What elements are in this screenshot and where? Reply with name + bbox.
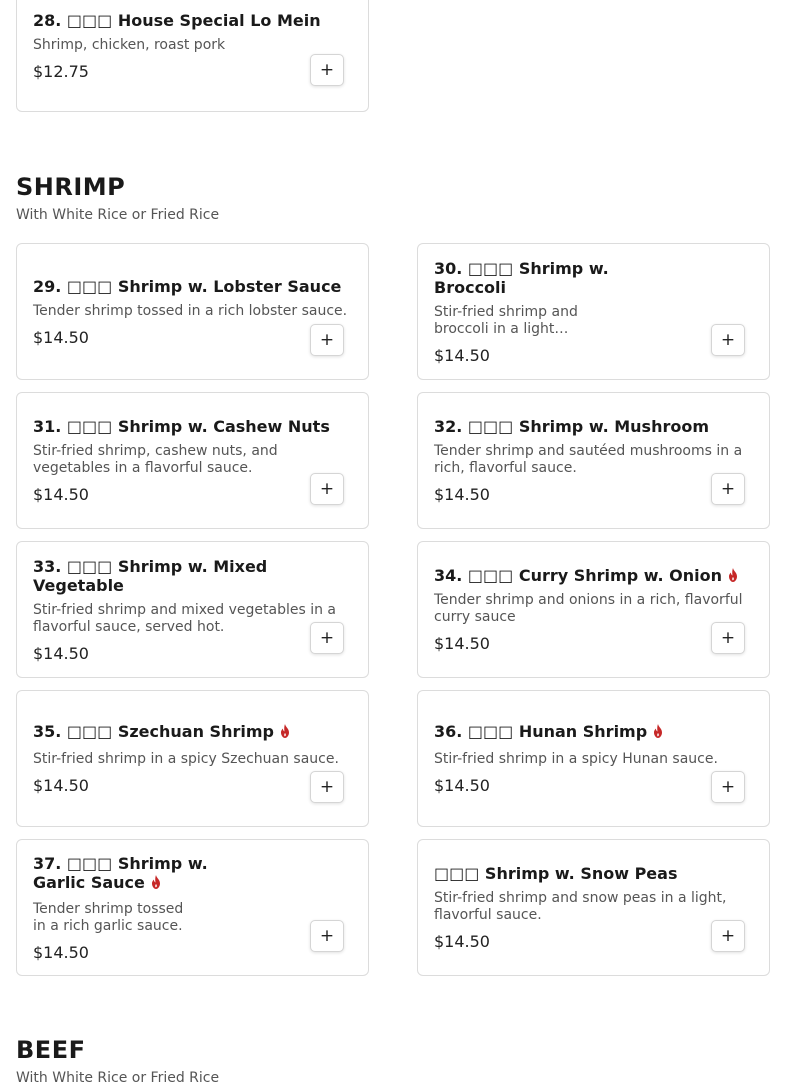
item-name: 32. □□□ Shrimp w. Mushroom bbox=[434, 417, 709, 436]
fire-icon bbox=[729, 568, 737, 582]
item-description: Stir-fried shrimp in a spicy Hunan sauce… bbox=[434, 751, 718, 767]
add-to-cart-button[interactable]: + bbox=[711, 473, 745, 505]
add-to-cart-button[interactable]: + bbox=[310, 622, 344, 654]
fire-icon bbox=[654, 724, 663, 738]
item-name: 30. □□□ Shrimp w. Broccoli bbox=[434, 258, 609, 297]
add-to-cart-button[interactable]: + bbox=[310, 324, 344, 356]
item-price: $14.50 bbox=[33, 776, 89, 795]
item-price: $14.50 bbox=[434, 932, 490, 951]
menu-item-card[interactable]: 35. □□□ Szechuan Shrimp Stir-fried shrim… bbox=[16, 690, 369, 827]
item-name: 33. □□□ Shrimp w. Mixed Vegetable bbox=[33, 556, 268, 595]
item-price: $14.50 bbox=[33, 643, 89, 663]
item-description: Stir-fried shrimp and snow peas in a lig… bbox=[434, 890, 727, 923]
item-description: Stir-fried shrimp and broccoli in a ligh… bbox=[434, 303, 578, 337]
fire-icon bbox=[151, 874, 160, 889]
item-name: 28. □□□ House Special Lo Mein bbox=[33, 11, 321, 30]
section-subtitle: With White Rice or Fried Rice bbox=[16, 207, 220, 223]
menu-item-card[interactable]: 36. □□□ Hunan Shrimp Stir-fried shrimp i… bbox=[417, 690, 770, 827]
add-to-cart-button[interactable]: + bbox=[310, 473, 344, 505]
item-description: Stir-fried shrimp and mixed vegetables i… bbox=[33, 601, 337, 635]
item-price: $14.50 bbox=[434, 776, 490, 795]
menu-item-card[interactable]: 32. □□□ Shrimp w. Mushroom Tender shrimp… bbox=[417, 392, 770, 529]
menu-item-card[interactable]: 37. □□□ Shrimp w. Garlic Sauce Tender sh… bbox=[16, 839, 369, 976]
item-name-text: 37. □□□ Shrimp w. Garlic Sauce bbox=[33, 853, 208, 892]
menu-item-card[interactable]: 30. □□□ Shrimp w. Broccoli Stir-fried sh… bbox=[417, 243, 770, 380]
add-to-cart-button[interactable]: + bbox=[711, 622, 745, 654]
item-description: Tender shrimp and onions in a rich, flav… bbox=[434, 592, 743, 625]
item-name-text: 36. □□□ Hunan Shrimp bbox=[434, 722, 648, 741]
item-description: Stir-fried shrimp, cashew nuts, and vege… bbox=[33, 443, 278, 476]
item-name: 35. □□□ Szechuan Shrimp bbox=[33, 722, 352, 741]
item-name-text: 35. □□□ Szechuan Shrimp bbox=[33, 722, 274, 741]
item-price: $12.75 bbox=[33, 62, 89, 81]
item-description: Tender shrimp tossed in a rich garlic sa… bbox=[33, 900, 184, 934]
item-name: 36. □□□ Hunan Shrimp bbox=[434, 722, 753, 741]
item-name: 37. □□□ Shrimp w. Garlic Sauce bbox=[33, 854, 213, 892]
item-name: 29. □□□ Shrimp w. Lobster Sauce bbox=[33, 276, 342, 296]
add-to-cart-button[interactable]: + bbox=[310, 920, 344, 952]
item-description: Tender shrimp tossed in a rich lobster s… bbox=[33, 302, 348, 319]
item-price: $14.50 bbox=[434, 345, 490, 365]
menu-item-card[interactable]: 31. □□□ Shrimp w. Cashew Nuts Stir-fried… bbox=[16, 392, 369, 529]
add-to-cart-button[interactable]: + bbox=[711, 324, 745, 356]
add-to-cart-button[interactable]: + bbox=[310, 54, 344, 86]
item-price: $14.50 bbox=[33, 942, 89, 962]
item-price: $14.50 bbox=[434, 485, 490, 504]
section-title: SHRIMP bbox=[16, 173, 126, 201]
item-name: 31. □□□ Shrimp w. Cashew Nuts bbox=[33, 417, 330, 436]
item-price: $14.50 bbox=[33, 327, 89, 347]
item-price: $14.50 bbox=[434, 634, 490, 653]
item-name: □□□ Shrimp w. Snow Peas bbox=[434, 864, 678, 883]
section-title: BEEF bbox=[16, 1036, 86, 1064]
menu-item-card[interactable]: 28. □□□ House Special Lo Mein Shrimp, ch… bbox=[16, 0, 369, 112]
item-description: Shrimp, chicken, roast pork bbox=[33, 37, 226, 53]
item-name-text: 34. □□□ Curry Shrimp w. Onion bbox=[434, 566, 722, 585]
item-price: $14.50 bbox=[33, 485, 89, 504]
add-to-cart-button[interactable]: + bbox=[711, 920, 745, 952]
menu-item-card[interactable]: 29. □□□ Shrimp w. Lobster Sauce Tender s… bbox=[16, 243, 369, 380]
item-description: Tender shrimp and sautéed mushrooms in a… bbox=[434, 443, 743, 476]
menu-item-card[interactable]: □□□ Shrimp w. Snow Peas Stir-fried shrim… bbox=[417, 839, 770, 976]
menu-item-card[interactable]: 33. □□□ Shrimp w. Mixed Vegetable Stir-f… bbox=[16, 541, 369, 678]
item-name: 34. □□□ Curry Shrimp w. Onion bbox=[434, 566, 753, 585]
fire-icon bbox=[280, 724, 289, 738]
item-description: Stir-fried shrimp in a spicy Szechuan sa… bbox=[33, 751, 339, 767]
add-to-cart-button[interactable]: + bbox=[711, 771, 745, 803]
add-to-cart-button[interactable]: + bbox=[310, 771, 344, 803]
section-subtitle: With White Rice or Fried Rice bbox=[16, 1070, 220, 1086]
menu-item-card[interactable]: 34. □□□ Curry Shrimp w. Onion Tender shr… bbox=[417, 541, 770, 678]
